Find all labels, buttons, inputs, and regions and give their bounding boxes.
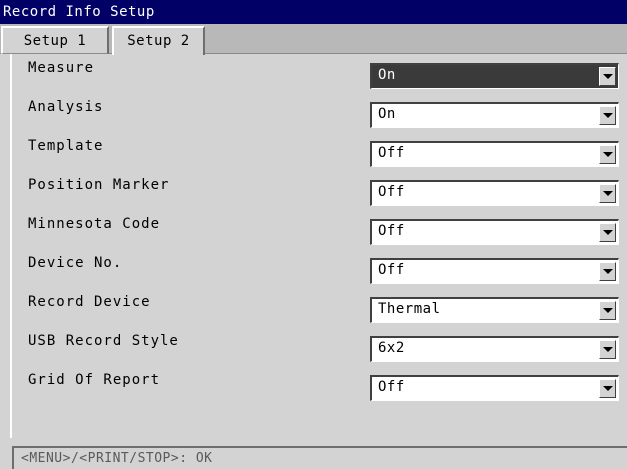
tab-setup-2[interactable]: Setup 2 bbox=[112, 26, 205, 55]
measure-dropdown[interactable]: On bbox=[370, 63, 619, 89]
record-info-setup-window: Record Info Setup Setup 1 Setup 2 Measur… bbox=[0, 0, 627, 469]
setting-row-minnesota-code: Minnesota Code Off bbox=[12, 210, 627, 249]
setting-row-device-no: Device No. Off bbox=[12, 249, 627, 288]
setting-row-position-marker: Position Marker Off bbox=[12, 171, 627, 210]
setting-label: USB Record Style bbox=[28, 333, 179, 349]
analysis-dropdown[interactable]: On bbox=[370, 102, 619, 128]
dropdown-arrow-icon[interactable] bbox=[599, 184, 616, 203]
settings-panel: Measure On Analysis On Template Off Posi… bbox=[10, 54, 627, 438]
setting-row-template: Template Off bbox=[12, 132, 627, 171]
template-dropdown[interactable]: Off bbox=[370, 141, 619, 167]
setting-label: Position Marker bbox=[28, 177, 170, 193]
dropdown-value: 6x2 bbox=[378, 340, 405, 356]
dropdown-arrow-icon[interactable] bbox=[599, 301, 616, 320]
setting-label: Grid Of Report bbox=[28, 372, 161, 388]
setting-label: Record Device bbox=[28, 294, 151, 310]
usb-record-style-dropdown[interactable]: 6x2 bbox=[370, 336, 619, 362]
setting-row-measure: Measure On bbox=[12, 54, 627, 93]
dropdown-arrow-icon[interactable] bbox=[599, 145, 616, 164]
dropdown-arrow-icon[interactable] bbox=[599, 340, 616, 359]
position-marker-dropdown[interactable]: Off bbox=[370, 180, 619, 206]
setting-row-record-device: Record Device Thermal bbox=[12, 288, 627, 327]
record-device-dropdown[interactable]: Thermal bbox=[370, 297, 619, 323]
setting-label: Template bbox=[28, 138, 104, 154]
dropdown-arrow-icon[interactable] bbox=[599, 106, 616, 125]
setting-row-analysis: Analysis On bbox=[12, 93, 627, 132]
setting-row-grid-of-report: Grid Of Report Off bbox=[12, 366, 627, 405]
dropdown-value: Off bbox=[378, 184, 405, 200]
device-no-dropdown[interactable]: Off bbox=[370, 258, 619, 284]
minnesota-code-dropdown[interactable]: Off bbox=[370, 219, 619, 245]
setting-label: Analysis bbox=[28, 99, 104, 115]
dropdown-value: Thermal bbox=[378, 301, 441, 317]
dropdown-arrow-icon[interactable] bbox=[599, 223, 616, 242]
window-title: Record Info Setup bbox=[0, 0, 627, 24]
status-hint-bar: <MENU>/<PRINT/STOP>: OK bbox=[12, 446, 627, 469]
dropdown-arrow-icon[interactable] bbox=[599, 67, 616, 86]
dropdown-value: Off bbox=[378, 145, 405, 161]
tab-strip: Setup 1 Setup 2 bbox=[0, 24, 627, 55]
setting-row-usb-record-style: USB Record Style 6x2 bbox=[12, 327, 627, 366]
grid-of-report-dropdown[interactable]: Off bbox=[370, 375, 619, 401]
dropdown-arrow-icon[interactable] bbox=[599, 379, 616, 398]
setting-label: Measure bbox=[28, 60, 95, 76]
dropdown-value: Off bbox=[378, 223, 405, 239]
setting-label: Minnesota Code bbox=[28, 216, 161, 232]
dropdown-value: Off bbox=[378, 379, 405, 395]
tab-setup-1[interactable]: Setup 1 bbox=[1, 26, 109, 54]
setting-label: Device No. bbox=[28, 255, 123, 271]
dropdown-value: On bbox=[378, 67, 396, 83]
dropdown-value: On bbox=[378, 106, 396, 122]
dropdown-value: Off bbox=[378, 262, 405, 278]
dropdown-arrow-icon[interactable] bbox=[599, 262, 616, 281]
